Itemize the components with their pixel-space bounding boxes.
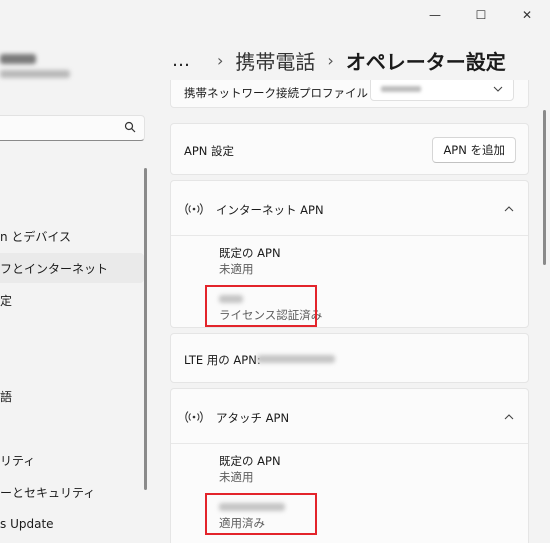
sidebar-item-accessibility[interactable]: リティ	[0, 445, 144, 475]
highlight-box	[205, 285, 317, 327]
wireless-signal-icon	[185, 411, 203, 423]
minimize-icon: —	[429, 8, 441, 22]
network-profile-card: 携帯ネットワーク接続プロファイル	[170, 80, 529, 108]
chevron-right-icon: ›	[327, 50, 334, 70]
internet-default-apn-value: 未適用	[219, 262, 254, 276]
dropdown-value-redacted	[381, 86, 421, 92]
page-title: オペレーター設定	[345, 49, 506, 74]
internet-apn-card: インターネット APN 既定の APN 未適用 ライセンス認証済み	[170, 180, 529, 328]
network-profile-label: 携帯ネットワーク接続プロファイル	[184, 86, 368, 100]
sidebar-item-label: ーとセキュリティ	[0, 485, 96, 500]
lte-apn-label: LTE 用の APN:	[184, 353, 261, 367]
add-apn-button[interactable]: APN を追加	[432, 137, 516, 163]
chevron-up-icon[interactable]	[504, 204, 514, 214]
sidebar-item-label: フとインターネット	[0, 261, 109, 276]
lte-apn-value-redacted	[257, 355, 335, 363]
sidebar-scrollbar[interactable]	[144, 168, 147, 490]
chevron-right-icon: ›	[217, 50, 224, 70]
divider	[171, 235, 528, 236]
sidebar-item-personalization[interactable]: 定	[0, 285, 144, 315]
profile-name-redacted	[0, 54, 36, 64]
breadcrumb: … › 携帯電話 › オペレーター設定	[172, 44, 506, 76]
sidebar-item-label: 語	[0, 389, 13, 404]
breadcrumb-more-button[interactable]: …	[172, 50, 191, 71]
maximize-button[interactable]: ☐	[458, 0, 504, 30]
apn-settings-label: APN 設定	[184, 144, 235, 158]
window-controls: — ☐ ✕	[412, 0, 550, 30]
search-input[interactable]	[0, 115, 145, 141]
minimize-button[interactable]: —	[412, 0, 458, 30]
sidebar-item-label: s Update	[0, 517, 54, 531]
sidebar-item-update[interactable]: s Update	[0, 509, 144, 539]
chevron-down-icon	[493, 86, 503, 92]
attach-default-apn-title: 既定の APN	[219, 454, 281, 468]
chevron-up-icon[interactable]	[504, 412, 514, 422]
close-icon: ✕	[521, 8, 533, 22]
main-scrollbar[interactable]	[543, 110, 546, 265]
lte-apn-card: LTE 用の APN:	[170, 333, 529, 383]
sidebar-item-network[interactable]: フとインターネット	[0, 253, 144, 283]
highlight-box	[205, 493, 317, 535]
attach-apn-title: アタッチ APN	[216, 411, 290, 425]
sidebar-item-label: 定	[0, 293, 13, 308]
attach-default-apn-value: 未適用	[219, 470, 254, 484]
internet-apn-title: インターネット APN	[216, 203, 324, 217]
main-content: 携帯ネットワーク接続プロファイル APN 設定 APN を追加 インターネット …	[170, 80, 530, 543]
sidebar-item-privacy[interactable]: ーとセキュリティ	[0, 477, 144, 507]
breadcrumb-parent[interactable]: 携帯電話	[235, 46, 315, 75]
sidebar-item-label: リティ	[0, 453, 36, 468]
close-button[interactable]: ✕	[504, 0, 550, 30]
apn-settings-card: APN 設定 APN を追加	[170, 123, 529, 175]
maximize-icon: ☐	[475, 8, 487, 22]
sidebar: n とデバイス フとインターネット 定 語 リティ ーとセキュリティ s Upd…	[0, 0, 160, 543]
search-icon	[124, 121, 136, 133]
network-profile-dropdown[interactable]	[370, 80, 514, 101]
sidebar-item-devices[interactable]: n とデバイス	[0, 221, 144, 251]
sidebar-item-language[interactable]: 語	[0, 381, 144, 411]
internet-default-apn-title: 既定の APN	[219, 246, 281, 260]
wireless-signal-icon	[185, 203, 203, 215]
attach-apn-card: アタッチ APN 既定の APN 未適用 適用済み	[170, 388, 529, 543]
sidebar-item-label: n とデバイス	[0, 229, 72, 244]
profile-email-redacted	[0, 70, 70, 78]
divider	[171, 443, 528, 444]
